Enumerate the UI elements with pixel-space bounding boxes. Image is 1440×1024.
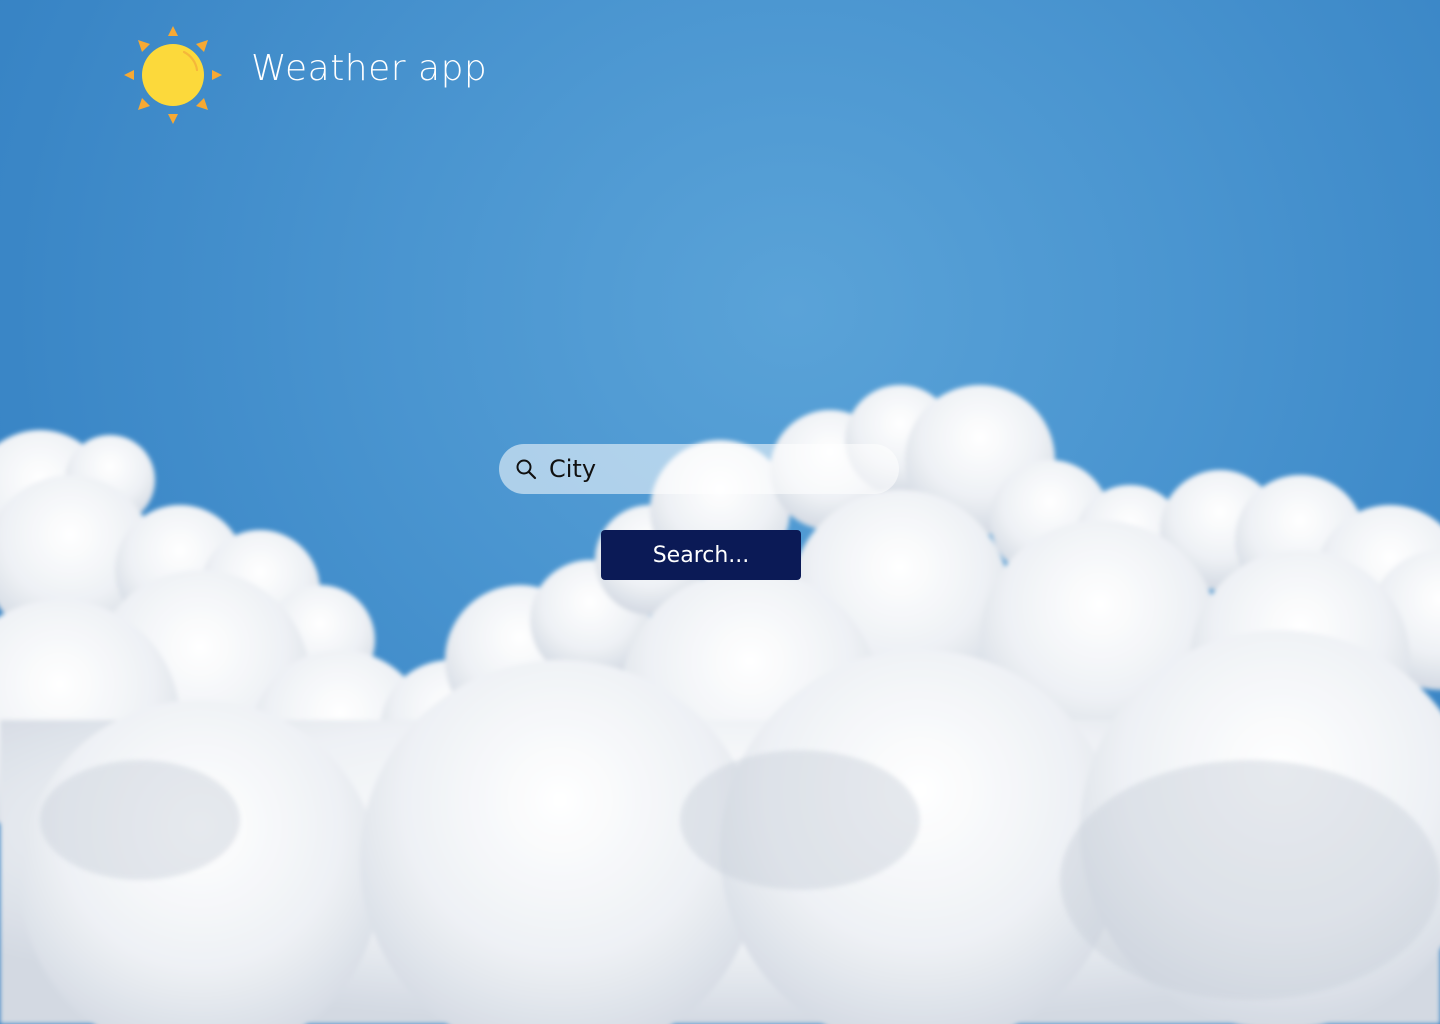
city-search-input[interactable]	[549, 455, 869, 483]
search-box[interactable]	[499, 444, 899, 494]
background-sky-image	[0, 385, 1440, 1024]
search-icon	[516, 459, 537, 480]
sun-icon	[124, 26, 222, 124]
app-title: Weather app	[251, 48, 488, 89]
search-button[interactable]: Search...	[601, 530, 801, 580]
